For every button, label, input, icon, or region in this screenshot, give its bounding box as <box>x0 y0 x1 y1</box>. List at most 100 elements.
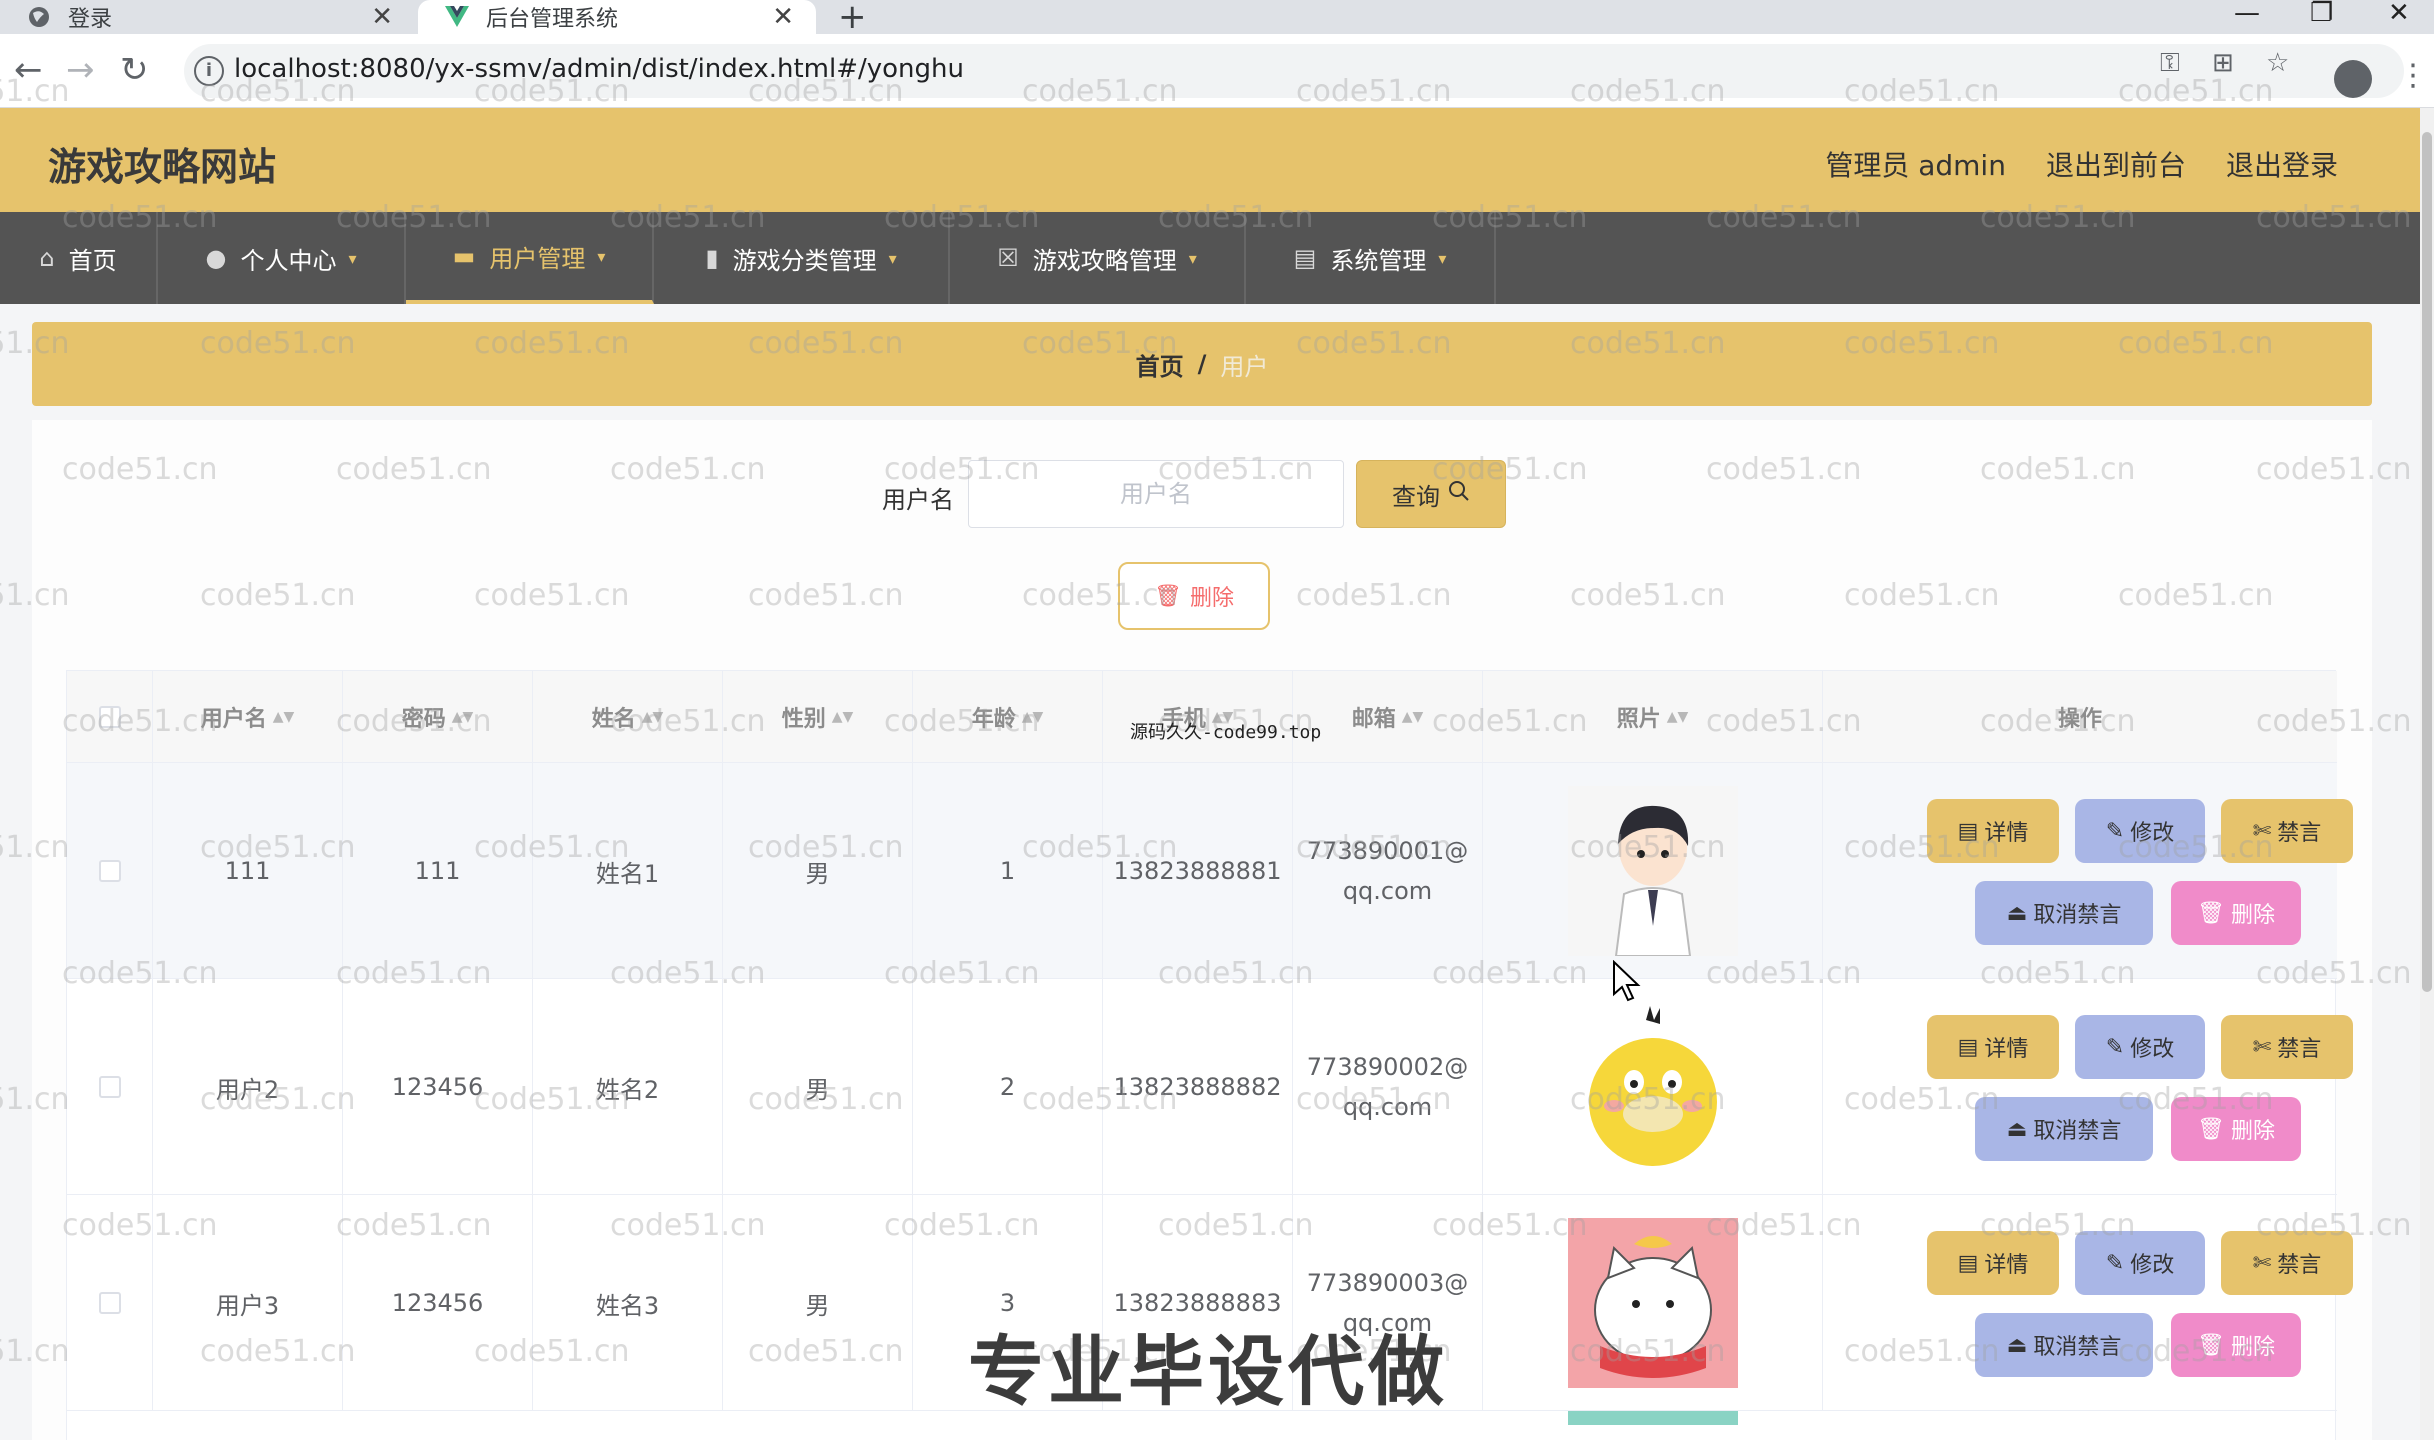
select-all-checkbox[interactable] <box>98 706 121 728</box>
window-close-button[interactable]: ✕ <box>2388 0 2410 30</box>
back-to-front-link[interactable]: 退出到前台 <box>2046 144 2186 184</box>
detail-button[interactable]: ▤ 详情 <box>1927 1015 2059 1079</box>
cell-username: 用户3 <box>153 1195 343 1411</box>
delete-label: 删除 <box>2230 1119 2275 1144</box>
column-header-actions: 操作 <box>1823 671 2337 763</box>
row-checkbox[interactable] <box>98 860 121 882</box>
edit-button[interactable]: ✎ 修改 <box>2075 1231 2205 1295</box>
nav-item-game-guide[interactable]: ☒ 游戏攻略管理 ▾ <box>950 212 1246 304</box>
unban-button[interactable]: ⏏ 取消禁言 <box>1975 1313 2153 1377</box>
cell-name: 姓名3 <box>533 1195 723 1411</box>
column-header-phone[interactable]: 手机 ▲▼ <box>1103 671 1293 763</box>
browser-tab-admin[interactable]: 后台管理系统 ✕ <box>418 0 816 34</box>
edit-button[interactable]: ✎ 修改 <box>2075 1015 2205 1079</box>
translate-icon[interactable]: ⊞ <box>2212 48 2234 78</box>
breadcrumb-home[interactable]: 首页 <box>1136 347 1184 382</box>
close-icon[interactable]: ✕ <box>371 2 393 32</box>
column-header-gender[interactable]: 性别 ▲▼ <box>723 671 913 763</box>
profile-avatar-icon[interactable] <box>2334 60 2372 98</box>
edit-icon: ✎ <box>2105 1034 2125 1060</box>
logout-link[interactable]: 退出登录 <box>2226 144 2338 184</box>
cell-password: 111 <box>343 763 533 979</box>
detail-button[interactable]: ▤ 详情 <box>1927 799 2059 863</box>
restore-button[interactable]: ❐ <box>2310 0 2333 30</box>
nav-item-game-category[interactable]: ▮ 游戏分类管理 ▾ <box>654 212 950 304</box>
delete-label: 删除 <box>2230 1335 2275 1360</box>
column-header-photo[interactable]: 照片 ▲▼ <box>1483 671 1823 763</box>
delete-button[interactable]: 🗑 删除 <box>2171 1313 2301 1377</box>
ban-label: 禁言 <box>2277 1037 2322 1062</box>
sort-icon[interactable]: ▲▼ <box>1667 710 1689 724</box>
column-header-password[interactable]: 密码 ▲▼ <box>343 671 533 763</box>
user-photo-duck[interactable] <box>1567 1002 1738 1172</box>
column-header-label: 邮箱 <box>1351 707 1396 732</box>
info-icon[interactable]: i <box>194 56 224 86</box>
nav-item-label: 系统管理 <box>1330 246 1427 275</box>
column-header-email[interactable]: 邮箱 ▲▼ <box>1293 671 1483 763</box>
back-arrow-icon[interactable]: ← <box>14 52 43 88</box>
user-photo-cat[interactable] <box>1567 1218 1738 1388</box>
sort-icon[interactable]: ▲▼ <box>1402 710 1424 724</box>
nav-item-system[interactable]: ▤ 系统管理 ▾ <box>1246 212 1496 304</box>
forward-arrow-icon[interactable]: → <box>66 52 95 88</box>
unban-button[interactable]: ⏏ 取消禁言 <box>1975 1097 2153 1161</box>
sort-icon[interactable]: ▲▼ <box>452 710 474 724</box>
batch-delete-button[interactable]: 🗑 删除 <box>1118 562 1270 630</box>
cell-photo <box>1483 979 1823 1195</box>
column-header-age[interactable]: 年龄 ▲▼ <box>913 671 1103 763</box>
nav-item-home[interactable]: ⌂ 首页 <box>0 212 158 304</box>
chevron-down-icon: ▾ <box>888 248 897 268</box>
column-header-label: 操作 <box>2057 707 2102 732</box>
sort-icon[interactable]: ▲▼ <box>273 710 295 724</box>
detail-button[interactable]: ▤ 详情 <box>1927 1231 2059 1295</box>
scrollbar-thumb[interactable] <box>2422 132 2432 992</box>
address-bar[interactable]: i localhost:8080/yx-ssmv/admin/dist/inde… <box>184 44 2404 98</box>
close-icon[interactable]: ✕ <box>772 2 794 32</box>
user-photo-partial[interactable] <box>1568 1411 1738 1425</box>
browser-tab-title: 登录 <box>68 7 113 32</box>
chevron-down-icon: ▾ <box>1188 248 1197 268</box>
nav-item-label: 游戏攻略管理 <box>1032 246 1177 275</box>
edit-button[interactable]: ✎ 修改 <box>2075 799 2205 863</box>
cell-password: 123456 <box>343 979 533 1195</box>
search-button[interactable]: 查询 <box>1356 460 1506 528</box>
unban-icon: ⏏ <box>2006 900 2028 926</box>
delete-button[interactable]: 🗑 删除 <box>2171 881 2301 945</box>
row-checkbox[interactable] <box>98 1292 121 1314</box>
cell-gender: 男 <box>723 1195 913 1411</box>
user-photo-boy[interactable] <box>1567 786 1738 956</box>
email-line-2: qq.com <box>1342 877 1433 905</box>
table-row: 用户2 123456 姓名2 男 2 13823888882 773890002… <box>67 979 2353 1195</box>
minimize-button[interactable]: — <box>2234 0 2260 30</box>
sort-icon[interactable]: ▲▼ <box>642 710 664 724</box>
ban-button[interactable]: ✄ 禁言 <box>2221 1015 2353 1079</box>
column-header-name[interactable]: 姓名 ▲▼ <box>533 671 723 763</box>
ban-button[interactable]: ✄ 禁言 <box>2221 1231 2353 1295</box>
delete-button[interactable]: 🗑 删除 <box>2171 1097 2301 1161</box>
user-icon: ● <box>205 244 227 272</box>
email-line-1: 773890002@ <box>1306 1053 1469 1081</box>
star-icon[interactable]: ☆ <box>2266 48 2289 78</box>
search-icon <box>1448 480 1470 508</box>
cell-name: 姓名1 <box>533 763 723 979</box>
detail-label: 详情 <box>1984 821 2029 846</box>
row-select-cell <box>67 979 153 1195</box>
sort-icon[interactable]: ▲▼ <box>1022 710 1044 724</box>
home-icon: ⌂ <box>39 244 55 272</box>
nav-item-user-management[interactable]: ▬ 用户管理 ▾ <box>406 212 654 304</box>
browser-tab-login[interactable]: 登录 ✕ <box>0 0 415 34</box>
key-icon[interactable]: ⚿ <box>2160 48 2180 79</box>
row-checkbox[interactable] <box>98 1076 121 1098</box>
sort-icon[interactable]: ▲▼ <box>832 710 854 724</box>
ban-button[interactable]: ✄ 禁言 <box>2221 799 2353 863</box>
globe-icon <box>26 4 52 30</box>
menu-kebab-icon[interactable]: ⋮ <box>2398 58 2428 93</box>
nav-item-personal-center[interactable]: ● 个人中心 ▾ <box>158 212 406 304</box>
reload-icon[interactable]: ↻ <box>120 52 149 88</box>
new-tab-button[interactable]: + <box>838 0 867 34</box>
page-scrollbar[interactable] <box>2420 108 2434 1440</box>
column-header-username[interactable]: 用户名 ▲▼ <box>153 671 343 763</box>
username-search-input[interactable]: 用户名 <box>968 460 1344 528</box>
unban-button[interactable]: ⏏ 取消禁言 <box>1975 881 2153 945</box>
unban-label: 取消禁言 <box>2033 903 2122 928</box>
